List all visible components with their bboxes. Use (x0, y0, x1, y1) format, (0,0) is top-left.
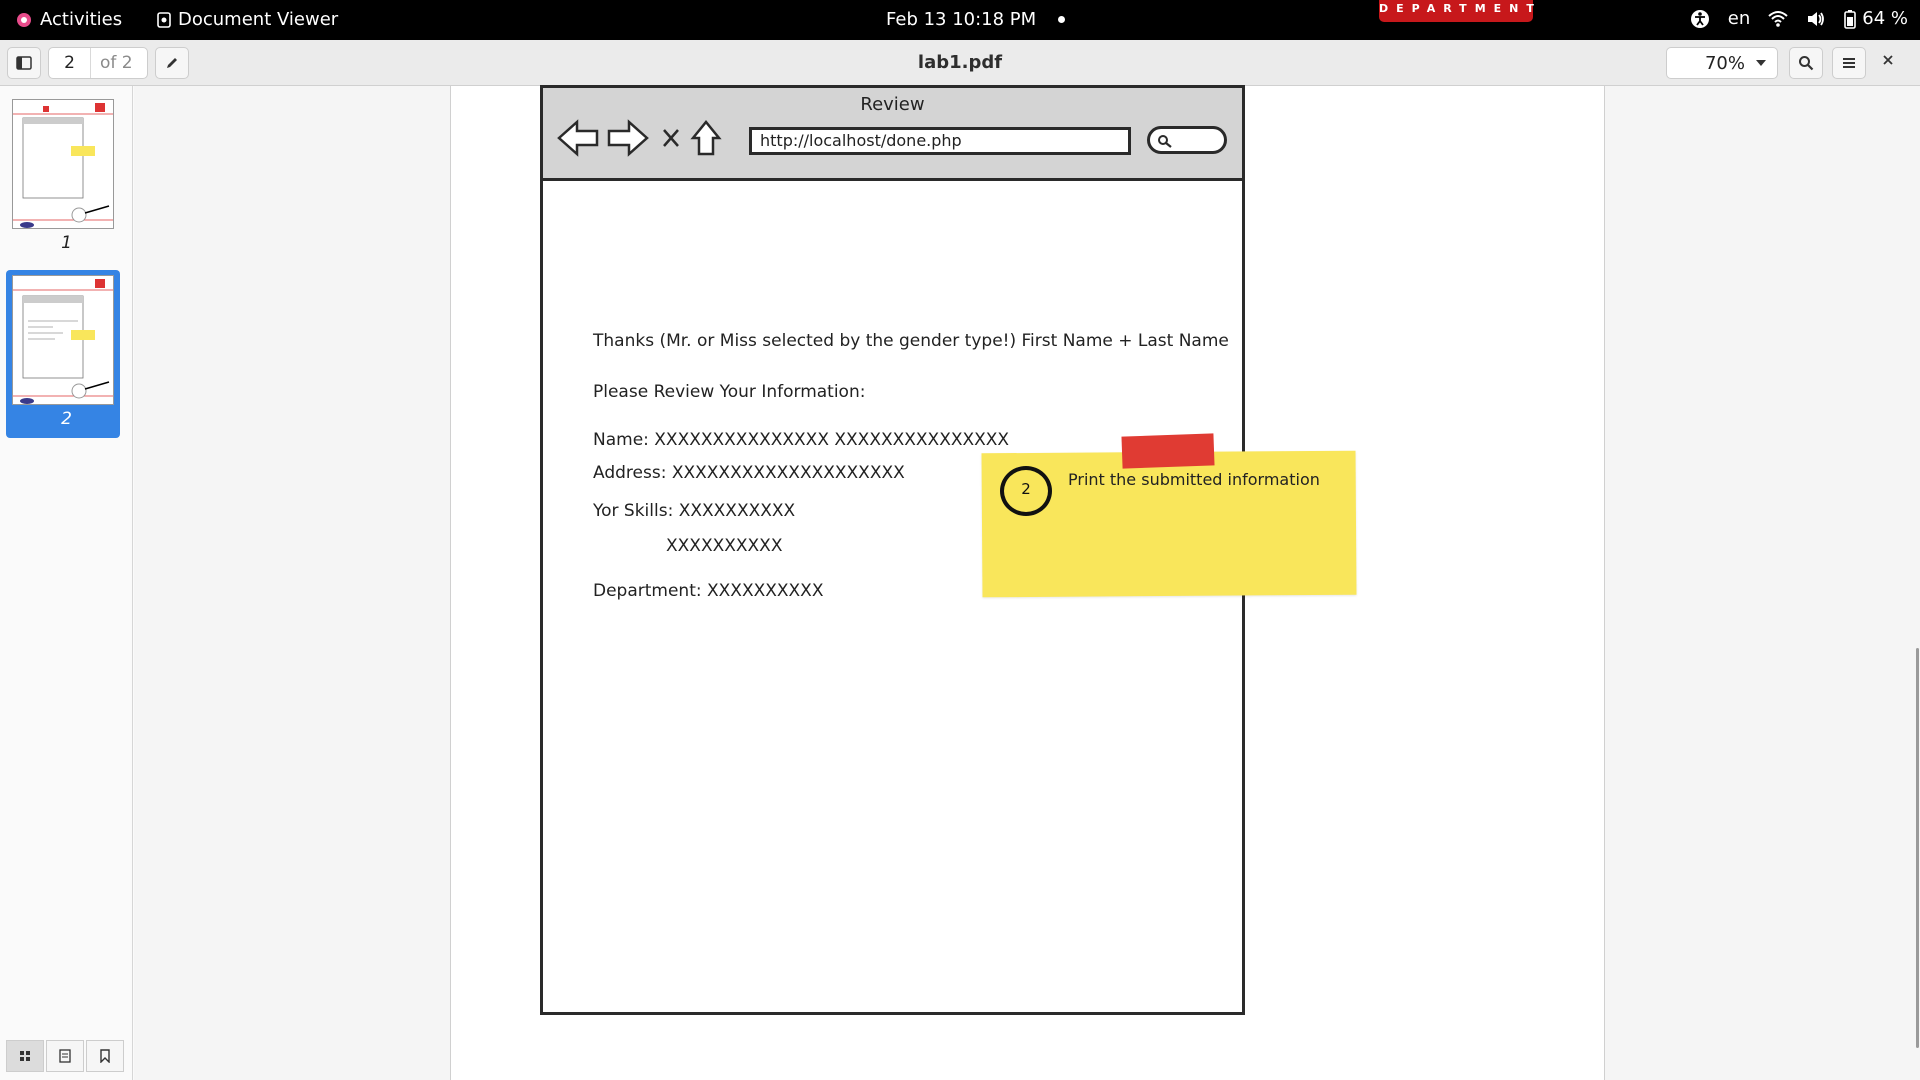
tab-outline[interactable] (46, 1040, 84, 1072)
thumbnail-sidebar: 1 2 (0, 86, 133, 1080)
mockup-address-line: Address: XXXXXXXXXXXXXXXXXXXX (593, 463, 905, 483)
stop-x-icon (663, 129, 679, 147)
mockup-window-title: Review (860, 94, 925, 115)
mockup-url-bar: http://localhost/done.php (749, 127, 1131, 155)
activities-button[interactable]: Activities (16, 9, 122, 30)
mockup-search-icon (1158, 135, 1172, 148)
page-thumbnail-1[interactable] (12, 99, 114, 229)
thumbnail-label-2: 2 (61, 409, 72, 429)
volume-icon[interactable] (1806, 10, 1826, 28)
battery-indicator[interactable]: 64 % (1844, 8, 1908, 29)
forward-arrow-icon (607, 119, 649, 157)
grid-icon (20, 1051, 30, 1061)
gnome-logo-icon (17, 12, 31, 27)
document-title: lab1.pdf (917, 52, 1003, 73)
activities-label: Activities (40, 9, 123, 30)
dropdown-arrow-icon (1756, 60, 1766, 66)
page-thumbnail-2[interactable] (12, 275, 114, 405)
zoom-level: 70% (1704, 52, 1745, 74)
app-name: Document Viewer (178, 9, 339, 30)
search-icon (1799, 56, 1814, 71)
wifi-icon[interactable] (1768, 10, 1788, 28)
sidebar-tab-bar (6, 1040, 124, 1072)
tab-bookmarks[interactable] (86, 1040, 124, 1072)
notification-dot (1058, 16, 1066, 23)
mockup-name-line: Name: XXXXXXXXXXXXXXX XXXXXXXXXXXXXXX (593, 430, 1010, 450)
sticky-note-text: Print the submitted information (1068, 470, 1320, 489)
thumbnail-preview (13, 103, 113, 228)
accessibility-icon[interactable] (1690, 9, 1710, 29)
home-icon (690, 120, 722, 156)
battery-percent: 64 % (1862, 8, 1908, 29)
battery-icon (1844, 9, 1857, 29)
tab-thumbnails[interactable] (6, 1040, 44, 1072)
header-bar: 2 of 2 lab1.pdf 70% (0, 40, 1920, 86)
mockup-nav-icons (557, 119, 722, 157)
back-arrow-icon (557, 119, 599, 157)
search-button[interactable] (1789, 47, 1823, 79)
system-top-bar: Activities Document Viewer Feb 13 10:18 … (0, 0, 1920, 40)
document-outline-icon (59, 1049, 71, 1063)
sticky-tape (1121, 433, 1215, 469)
close-icon (1883, 55, 1893, 65)
language-indicator[interactable]: en (1728, 8, 1750, 29)
zoom-selector[interactable]: 70% (1666, 47, 1778, 79)
bookmark-icon (100, 1049, 110, 1063)
document-viewer-icon (157, 11, 171, 28)
mockup-thanks-line: Thanks (Mr. or Miss selected by the gend… (593, 331, 1229, 351)
mockup-skills-line-2: XXXXXXXXXX (666, 536, 783, 556)
vertical-scrollbar[interactable] (1916, 648, 1919, 1048)
datetime: Feb 13 10:18 PM (886, 9, 1037, 30)
mockup-toolbar: Review http://localhost/done.php (543, 88, 1242, 181)
thumbnail-preview (13, 279, 113, 404)
main-menu-button[interactable] (1832, 47, 1866, 79)
department-badge: DEPARTMENT (1379, 0, 1534, 22)
thumbnail-label-1: 1 (61, 233, 72, 253)
app-menu[interactable]: Document Viewer (156, 9, 338, 30)
mockup-search-box (1147, 126, 1227, 154)
hamburger-menu-icon (1843, 58, 1855, 68)
close-window-button[interactable] (1882, 50, 1894, 71)
mockup-skills-line: Yor Skills: XXXXXXXXXX (593, 501, 796, 521)
mockup-department-line: Department: XXXXXXXXXX (593, 581, 824, 601)
mockup-review-heading: Please Review Your Information: (593, 382, 866, 402)
system-tray[interactable]: en 64 % (1690, 8, 1908, 29)
clock[interactable]: Feb 13 10:18 PM (886, 9, 1066, 30)
sticky-number-badge: 2 (1000, 466, 1052, 516)
